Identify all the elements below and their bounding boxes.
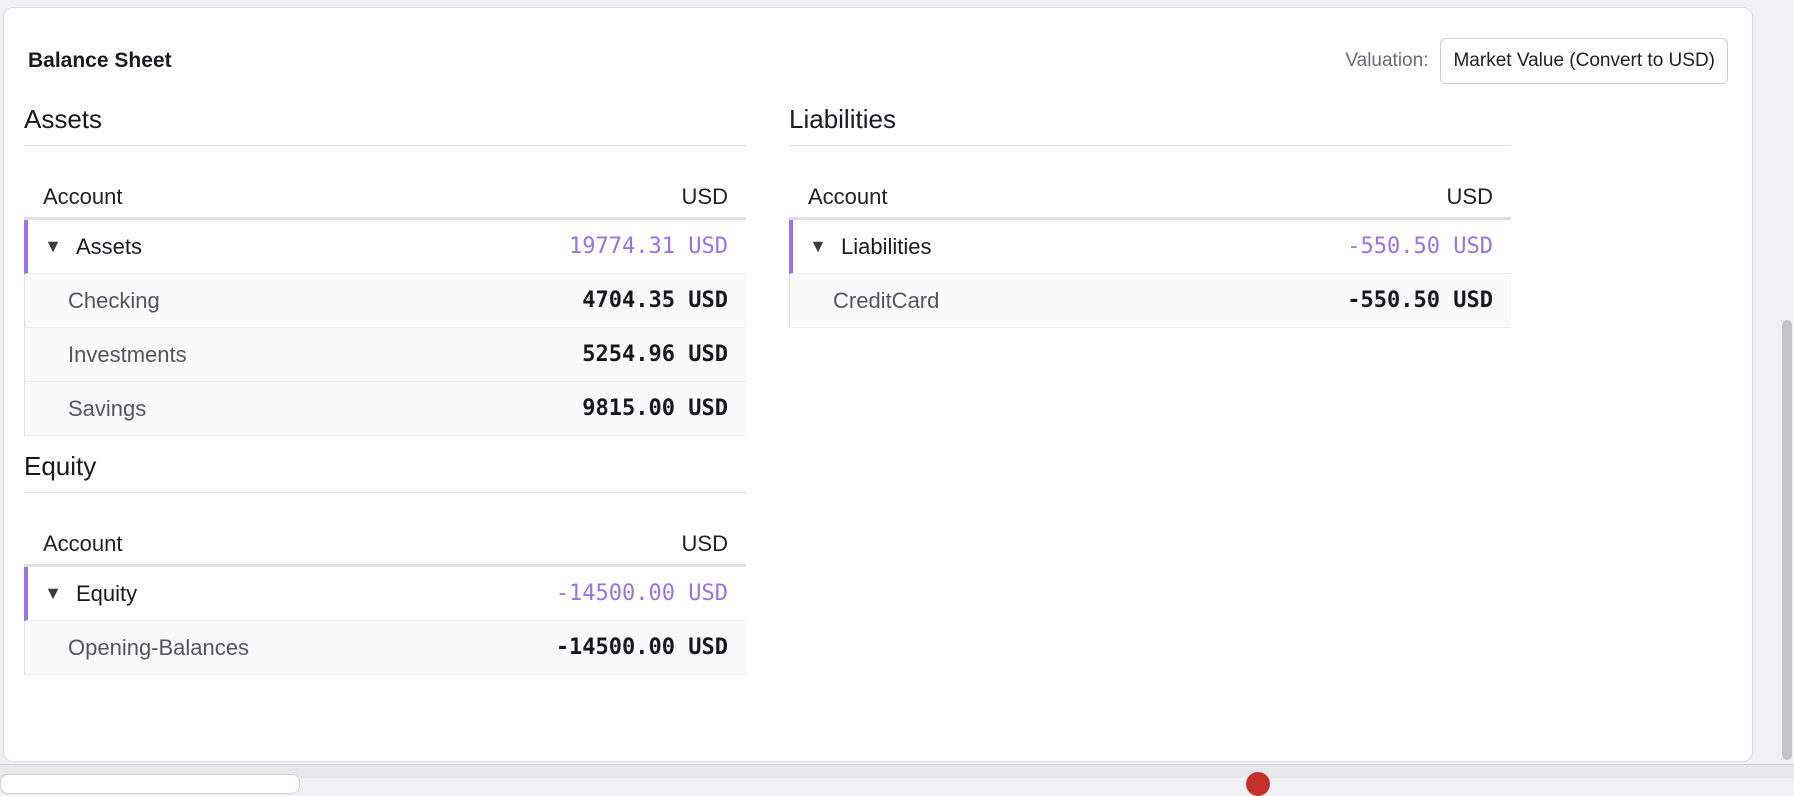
- column-header-currency: USD: [681, 530, 728, 556]
- liabilities-section-title: Liabilities: [789, 94, 1511, 146]
- account-amount: 9815.00 USD: [582, 396, 728, 421]
- red-dot-icon[interactable]: [1246, 772, 1270, 796]
- account-row-opening-balances[interactable]: Opening-Balances -14500.00 USD: [24, 621, 746, 675]
- group-row-liabilities[interactable]: ▼ Liabilities -550.50 USD: [789, 220, 1511, 274]
- table-header-row: Account USD: [24, 176, 746, 220]
- column-header-account: Account: [808, 183, 888, 209]
- column-header-currency: USD: [681, 183, 728, 209]
- equity-section-title: Equity: [24, 441, 746, 493]
- group-name: Assets: [76, 233, 143, 259]
- assets-section-title: Assets: [24, 94, 746, 146]
- group-row-assets[interactable]: ▼ Assets 19774.31 USD: [24, 220, 746, 274]
- valuation-select[interactable]: Market Value (Convert to USD): [1440, 38, 1728, 84]
- equity-table: Account USD ▼ Equity -14500.00 USD Openi…: [24, 523, 746, 675]
- valuation-label: Valuation:: [1345, 50, 1429, 71]
- liabilities-section: Liabilities Account USD ▼ Liabilities -5…: [789, 94, 1511, 328]
- group-name: Liabilities: [841, 233, 932, 259]
- column-header-currency: USD: [1446, 183, 1493, 209]
- assets-section: Assets Account USD ▼ Assets 19774.31 USD…: [24, 94, 746, 436]
- liabilities-table: Account USD ▼ Liabilities -550.50 USD Cr…: [789, 176, 1511, 328]
- account-name: Savings: [68, 395, 147, 421]
- column-header-account: Account: [43, 530, 123, 556]
- group-amount: -14500.00 USD: [555, 581, 728, 606]
- bottom-tab[interactable]: [0, 774, 300, 794]
- group-row-equity[interactable]: ▼ Equity -14500.00 USD: [24, 567, 746, 621]
- table-header-row: Account USD: [24, 523, 746, 567]
- account-amount: -550.50 USD: [1347, 288, 1493, 313]
- group-label: ▼ Assets: [44, 234, 142, 260]
- account-row-investments[interactable]: Investments 5254.96 USD: [24, 328, 746, 382]
- account-amount: -14500.00 USD: [555, 635, 728, 660]
- account-name: Investments: [68, 341, 187, 367]
- group-amount: 19774.31 USD: [569, 234, 728, 259]
- account-name: Opening-Balances: [68, 634, 250, 660]
- group-label: ▼ Equity: [44, 581, 137, 607]
- group-name: Equity: [76, 580, 138, 606]
- account-name: Checking: [68, 287, 160, 313]
- account-row-savings[interactable]: Savings 9815.00 USD: [24, 382, 746, 436]
- table-header-row: Account USD: [789, 176, 1511, 220]
- valuation-control: Valuation: Market Value (Convert to USD): [1345, 38, 1728, 84]
- account-amount: 5254.96 USD: [582, 342, 728, 367]
- triangle-down-icon[interactable]: ▼: [44, 236, 62, 257]
- scrollbar-thumb[interactable]: [1782, 320, 1792, 760]
- column-header-account: Account: [43, 183, 123, 209]
- account-amount: 4704.35 USD: [582, 288, 728, 313]
- page-title: Balance Sheet: [28, 49, 172, 72]
- account-name: CreditCard: [833, 287, 940, 313]
- group-amount: -550.50 USD: [1347, 234, 1493, 259]
- account-row-creditcard[interactable]: CreditCard -550.50 USD: [789, 274, 1511, 328]
- triangle-down-icon[interactable]: ▼: [809, 236, 827, 257]
- card-header: Balance Sheet Valuation: Market Value (C…: [28, 38, 1728, 84]
- account-row-checking[interactable]: Checking 4704.35 USD: [24, 274, 746, 328]
- group-label: ▼ Liabilities: [809, 233, 932, 260]
- triangle-down-icon[interactable]: ▼: [44, 583, 62, 604]
- equity-section: Equity Account USD ▼ Equity -14500.00 US…: [24, 441, 746, 675]
- assets-table: Account USD ▼ Assets 19774.31 USD Checki…: [24, 176, 746, 436]
